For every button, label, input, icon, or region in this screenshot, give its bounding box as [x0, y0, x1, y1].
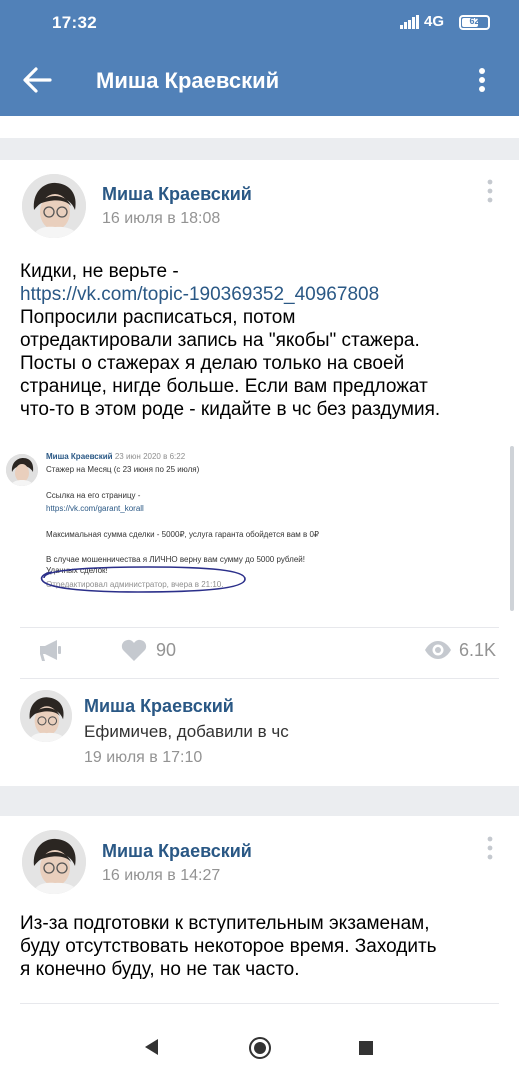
attachment-line: Максимальная сумма сделки - 5000₽, услуг… [46, 530, 319, 539]
avatar-photo-icon [20, 690, 72, 742]
highlight-ellipse [40, 566, 246, 593]
megaphone-icon[interactable] [38, 638, 62, 662]
avatar-photo-icon [6, 454, 38, 486]
battery-icon: 62 [459, 15, 490, 30]
post-text: Из-за подготовки к вступительным экзамен… [20, 912, 437, 981]
status-bar: 17:32 4G 62 [0, 0, 519, 44]
post-menu-icon[interactable] [486, 836, 494, 860]
comment-avatar[interactable] [20, 690, 72, 742]
app-bar: Миша Краевский [0, 44, 519, 116]
post-text-line: Посты о стажерах я делаю только на своей [20, 353, 405, 374]
comment-author[interactable]: Миша Краевский [84, 696, 234, 717]
post-date[interactable]: 16 июля в 14:27 [102, 867, 220, 885]
post-text-line: Из-за подготовки к вступительным экзамен… [20, 913, 430, 934]
eye-icon [425, 641, 451, 659]
divider [20, 627, 499, 628]
attachment-date: 23 июн 2020 в 6:22 [114, 452, 186, 461]
post-author[interactable]: Миша Краевский [102, 841, 252, 862]
post-text-line: Кидки, не верьте - [20, 261, 179, 282]
arrow-left-icon[interactable] [22, 66, 52, 94]
post-text-line: отредактировали запись на "якобы" стажер… [20, 330, 420, 351]
attached-screenshot[interactable]: Миша Краевский 23 июн 2020 в 6:22 Стажер… [0, 446, 519, 611]
attachment-title: Стажер на Месяц (с 23 июня по 25 июля) [46, 465, 200, 474]
avatar-photo-icon [22, 830, 86, 894]
post-text-line: Попросили расписаться, потом [20, 307, 296, 328]
comment-date[interactable]: 19 июля в 17:10 [84, 749, 202, 767]
heart-icon[interactable] [121, 638, 147, 662]
recents-square-icon[interactable] [358, 1040, 374, 1056]
comment-text: Ефимичев, добавили в чс [84, 722, 289, 741]
view-count: 6.1K [459, 640, 497, 660]
post-text-line: странице, нигде больше. Если вам предлож… [20, 376, 428, 397]
post-text-line: что-то в этом роде - кидайте в чс без ра… [20, 399, 441, 420]
system-nav-bar [0, 1016, 519, 1080]
attachment-avatar [6, 454, 38, 486]
avatar-photo-icon [22, 174, 86, 238]
status-time: 17:32 [52, 13, 97, 32]
wall-post: Миша Краевский 16 июля в 14:27 Из-за под… [0, 816, 519, 1016]
attachment-line: В случае мошенничества я ЛИЧНО верну вам… [46, 555, 305, 564]
network-type: 4G [424, 13, 445, 30]
like-count: 90 [156, 640, 177, 660]
post-text: Кидки, не верьте - https://vk.com/topic-… [20, 260, 440, 421]
page-title: Миша Краевский [96, 68, 280, 93]
home-circle-icon[interactable] [248, 1036, 272, 1060]
more-vertical-icon[interactable] [470, 66, 494, 94]
post-actions: 90 6.1K [0, 630, 519, 672]
back-triangle-icon[interactable] [143, 1038, 159, 1056]
post-date[interactable]: 16 июля в 18:08 [102, 210, 220, 228]
battery-level: 62 [469, 16, 480, 26]
post-text-line: буду отсутствовать некоторое время. Захо… [20, 936, 437, 957]
divider [20, 678, 499, 679]
attachment-header: Миша Краевский 23 июн 2020 в 6:22 [46, 452, 185, 461]
post-menu-icon[interactable] [486, 179, 494, 203]
avatar[interactable] [22, 174, 86, 238]
attachment-link: https://vk.com/garant_korall [46, 504, 144, 513]
post-text-line: я конечно буду, но не так часто. [20, 959, 300, 980]
avatar[interactable] [22, 830, 86, 894]
attachment-scrollbar[interactable] [510, 446, 514, 611]
post-link[interactable]: https://vk.com/topic-190369352_40967808 [20, 283, 440, 306]
attachment-link-label: Ссылка на его страницу - [46, 491, 141, 500]
divider [20, 1003, 499, 1004]
attachment-author: Миша Краевский [46, 452, 113, 461]
signal-icon [400, 15, 419, 29]
previous-post-end [0, 116, 519, 138]
post-author[interactable]: Миша Краевский [102, 184, 252, 205]
wall-post: Миша Краевский 16 июля в 18:08 Кидки, не… [0, 160, 519, 786]
